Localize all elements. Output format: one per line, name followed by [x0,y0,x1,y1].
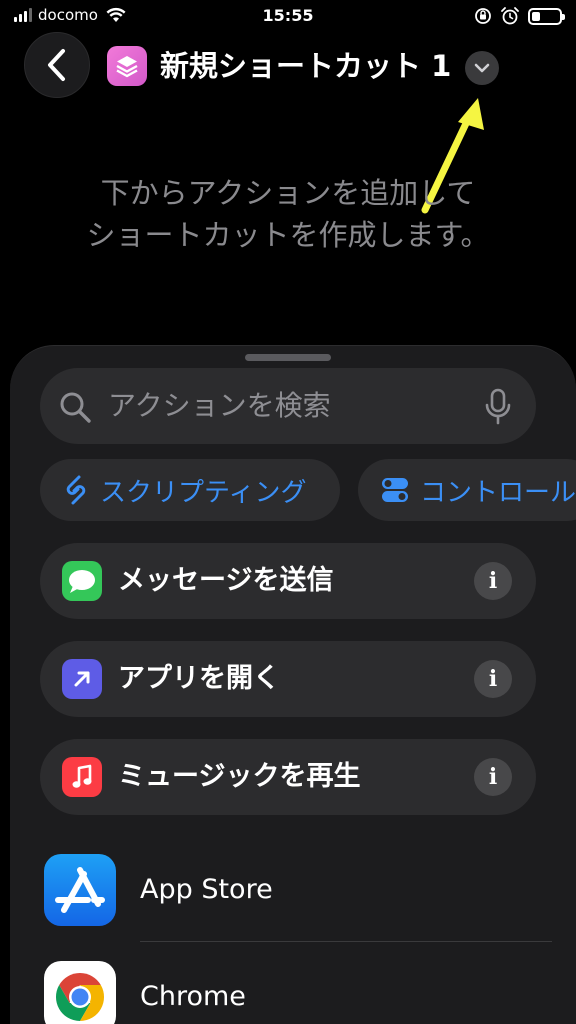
scripting-icon [66,475,86,505]
orientation-lock-icon [475,8,491,24]
chip-control-label: コントロール [420,477,576,508]
chrome-icon [44,961,116,1024]
status-bar: docomo 15:55 [0,0,576,32]
chevron-down-icon [474,63,490,73]
messages-icon [62,561,102,601]
row-divider [140,941,552,942]
chip-scripting[interactable]: スクリプティング [40,459,340,521]
search-icon [60,392,91,423]
chevron-left-icon [48,49,65,81]
action-label: ミュージックを再生 [118,761,361,792]
search-placeholder: アクションを検索 [108,389,331,422]
app-label: App Store [140,874,273,905]
shortcut-icon[interactable] [107,46,147,86]
music-note-glyph [72,764,92,788]
empty-hint-line2: ショートカットを作成します。 [86,218,490,252]
chip-control[interactable]: コントロール [358,459,576,521]
toggle-icon [382,478,408,502]
action-search-field[interactable]: アクションを検索 [40,368,536,444]
info-button[interactable]: i [474,562,512,600]
sheet-grabber[interactable] [245,354,331,361]
status-right [474,6,565,26]
info-button[interactable]: i [474,758,512,796]
action-row-open-app[interactable]: アプリを開く i [40,641,536,717]
screen: docomo 15:55 新規ショートカット 1 下からアクションを追加して シ… [0,0,576,1024]
back-button[interactable] [24,32,90,98]
empty-state-hint: 下からアクションを追加して ショートカットを作成します。 [40,172,536,256]
action-label: メッセージを送信 [118,565,334,596]
app-row-app-store[interactable]: App Store [10,844,576,944]
arrow-up-right-glyph [74,671,90,687]
battery-level [532,11,540,21]
empty-hint-line1: 下からアクションを追加して [100,176,476,210]
action-label: アプリを開く [118,663,280,694]
battery-icon [528,7,565,25]
alarm-icon [501,7,519,25]
actions-sheet: アクションを検索 スクリプティング コントロール メッセージを送信 i アプリを… [10,345,576,1024]
category-chips: スクリプティング コントロール [40,459,576,521]
chip-scripting-label: スクリプティング [100,477,307,508]
app-store-icon [44,854,116,926]
app-label: Chrome [140,981,246,1012]
action-row-send-message[interactable]: メッセージを送信 i [40,543,536,619]
shortcuts-layers-icon [116,56,138,78]
open-app-arrow-icon [62,659,102,699]
speech-bubble-glyph [69,570,95,593]
action-row-play-music[interactable]: ミュージックを再生 i [40,739,536,815]
chrome-glyph [55,973,105,1021]
music-note-icon [62,757,102,797]
microphone-icon[interactable] [484,388,512,426]
app-store-glyph [55,867,105,913]
info-button[interactable]: i [474,660,512,698]
app-row-chrome[interactable]: Chrome [10,951,576,1024]
